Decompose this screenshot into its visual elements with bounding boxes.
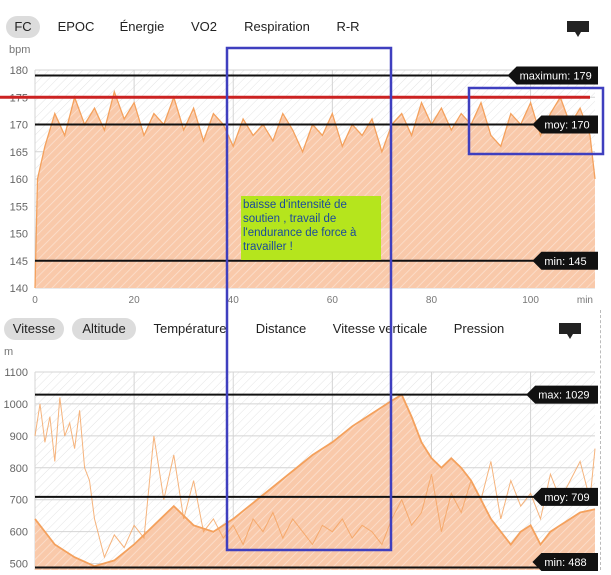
annotation-note: baisse d'intensité de soutien , travail … bbox=[241, 196, 381, 260]
y-tick-label: 1100 bbox=[4, 367, 28, 379]
tab-temperature[interactable]: Température bbox=[150, 318, 230, 340]
y-tick-label: 800 bbox=[10, 463, 28, 475]
y-tick-label: 600 bbox=[10, 527, 28, 539]
y-tick-label: 500 bbox=[10, 559, 28, 571]
tab-pression[interactable]: Pression bbox=[452, 318, 506, 340]
altitude-unit-label: m bbox=[4, 346, 14, 358]
heart-rate-chart: 140145150155160165170175180020406080100m… bbox=[0, 65, 598, 306]
tab-altitude[interactable]: Altitude bbox=[72, 318, 136, 340]
x-tick-label: 100 bbox=[522, 295, 539, 306]
speed-line bbox=[34, 397, 596, 559]
x-tick-label: 0 bbox=[32, 295, 38, 306]
annotation-line: baisse d'intensité de bbox=[243, 199, 347, 211]
annotation-line: soutien , travail de bbox=[243, 213, 337, 225]
stat-tag-bg bbox=[532, 487, 598, 506]
altitude-area bbox=[35, 394, 595, 570]
stat-tag-bg bbox=[532, 553, 598, 571]
y-tick-label: 145 bbox=[10, 256, 28, 268]
y-tick-label: 1000 bbox=[4, 399, 28, 411]
stat-tag-label: moy: 709 bbox=[544, 492, 589, 504]
y-tick-label: 150 bbox=[10, 229, 28, 241]
annotation-line: l'endurance de force à bbox=[243, 227, 357, 239]
x-tick-label: 60 bbox=[327, 295, 339, 306]
stat-tag-label: max: 1029 bbox=[538, 390, 589, 402]
bottom-tab-bar: Vitesse Altitude Température Distance Vi… bbox=[0, 318, 611, 352]
stat-tag-bg bbox=[526, 385, 598, 404]
stat-tag-label: min: 145 bbox=[544, 256, 586, 268]
y-tick-label: 160 bbox=[10, 174, 28, 186]
stat-tag-label: min: 488 bbox=[544, 557, 586, 569]
annotation-line: travailler ! bbox=[243, 241, 293, 253]
x-tick-label: 20 bbox=[129, 295, 141, 306]
x-tick-label: 80 bbox=[426, 295, 438, 306]
y-tick-label: 170 bbox=[10, 120, 28, 132]
monitor-icon[interactable] bbox=[558, 322, 582, 340]
stat-tag-label: maximum: 179 bbox=[520, 70, 592, 82]
tab-vitesse[interactable]: Vitesse bbox=[4, 318, 64, 340]
y-tick-label: 900 bbox=[10, 431, 28, 443]
x-tick-label: 40 bbox=[228, 295, 240, 306]
y-tick-label: 165 bbox=[10, 147, 28, 159]
stat-tag-label: moy: 170 bbox=[544, 120, 589, 132]
plot-background bbox=[35, 372, 595, 570]
y-tick-label: 155 bbox=[10, 201, 28, 213]
panel-separator bbox=[600, 310, 601, 570]
x-unit-label: min bbox=[577, 295, 593, 306]
y-tick-label: 700 bbox=[10, 495, 28, 507]
y-tick-label: 140 bbox=[10, 283, 28, 295]
tab-distance[interactable]: Distance bbox=[252, 318, 310, 340]
y-tick-label: 180 bbox=[10, 65, 28, 77]
altitude-line bbox=[34, 393, 596, 568]
tab-vitesse-verticale[interactable]: Vitesse verticale bbox=[330, 318, 430, 340]
